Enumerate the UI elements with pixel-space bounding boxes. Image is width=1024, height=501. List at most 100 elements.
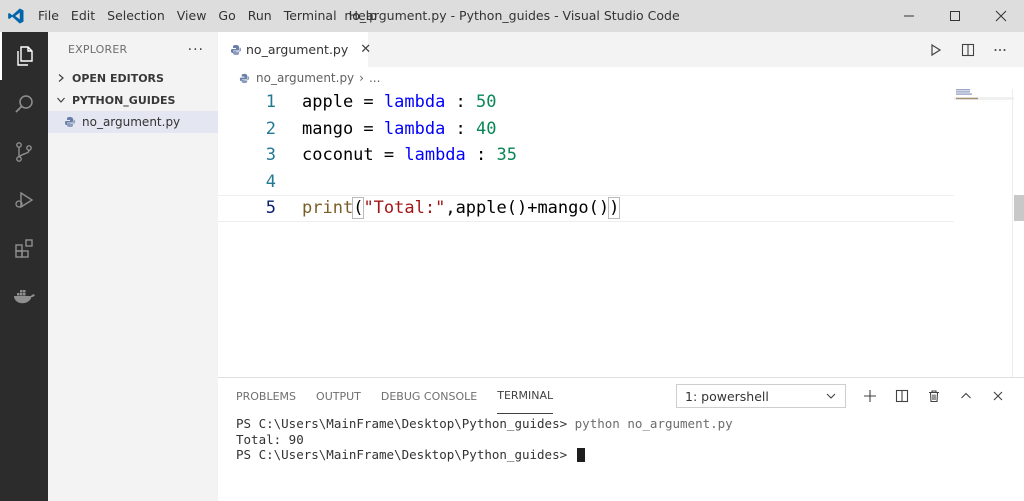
- line-source: mango = lambda : 40: [276, 119, 497, 139]
- tab-terminal[interactable]: TERMINAL: [497, 378, 554, 414]
- close-tab-icon[interactable]: ✕: [360, 42, 371, 57]
- code-token: apple =: [302, 92, 384, 113]
- breadcrumb-more[interactable]: ...: [369, 71, 380, 85]
- code-editor[interactable]: 1 apple = lambda : 50 2 mango = lambda :…: [218, 89, 1024, 222]
- terminal[interactable]: PS C:\Users\MainFrame\Desktop\Python_gui…: [218, 414, 1024, 463]
- close-icon: [995, 10, 1007, 22]
- more-actions-icon[interactable]: ···: [188, 42, 204, 58]
- terminal-output: Total: 90: [236, 431, 304, 447]
- panel-actions: [854, 378, 1014, 414]
- split-terminal-icon: [895, 389, 909, 403]
- extensions-activity[interactable]: [0, 224, 48, 272]
- maximize-button[interactable]: [932, 0, 978, 32]
- terminal-select[interactable]: 1: powershell: [676, 384, 846, 408]
- code-line: 2 mango = lambda : 40: [218, 116, 1024, 143]
- number-token: 35: [496, 145, 517, 166]
- chevron-up-icon: [961, 392, 971, 399]
- code-token: :: [465, 145, 497, 166]
- code-token: :: [445, 92, 477, 113]
- menu-run[interactable]: Run: [242, 0, 278, 32]
- docker-activity[interactable]: [0, 272, 48, 320]
- title-bar: File Edit Selection View Go Run Terminal…: [0, 0, 1024, 32]
- new-terminal-button[interactable]: [854, 378, 886, 414]
- explorer-activity[interactable]: [0, 32, 48, 80]
- open-editors-section[interactable]: OPEN EDITORS: [48, 67, 218, 89]
- code-line: 4: [218, 169, 1024, 196]
- editor-scrollbar[interactable]: [1012, 89, 1024, 377]
- activity-bar: [0, 32, 48, 501]
- close-panel-button[interactable]: [982, 378, 1014, 414]
- minimize-icon: [904, 15, 914, 17]
- minimap[interactable]: [954, 89, 1014, 149]
- menu-edit[interactable]: Edit: [65, 0, 101, 32]
- menu-selection[interactable]: Selection: [101, 0, 171, 32]
- open-editors-label: OPEN EDITORS: [72, 71, 164, 85]
- code-line: 1 apple = lambda : 50: [218, 89, 1024, 116]
- explorer-sidebar: EXPLORER ··· OPEN EDITORS PYTHON_GUIDES …: [48, 32, 218, 501]
- tab-output[interactable]: OUTPUT: [316, 378, 361, 414]
- code-token: mango =: [302, 118, 384, 139]
- more-editor-actions-button[interactable]: [984, 32, 1016, 67]
- source-control-icon: [16, 142, 32, 162]
- trash-icon: [929, 390, 939, 403]
- panel-tabs: PROBLEMS OUTPUT DEBUG CONSOLE TERMINAL 1…: [218, 378, 1024, 414]
- split-editor-button[interactable]: [952, 32, 984, 67]
- menu-view[interactable]: View: [171, 0, 213, 32]
- terminal-prompt: PS C:\Users\MainFrame\Desktop\Python_gui…: [236, 416, 575, 432]
- breadcrumb-file[interactable]: no_argument.py: [256, 71, 354, 85]
- close-icon: [993, 391, 1003, 401]
- menu-bar: File Edit Selection View Go Run Terminal…: [32, 0, 383, 32]
- keyword-token: lambda: [383, 118, 446, 139]
- python-file-icon: [230, 44, 242, 56]
- tab-debug-console[interactable]: DEBUG CONSOLE: [381, 378, 477, 414]
- play-icon: [931, 43, 942, 56]
- line-number: 3: [265, 145, 276, 166]
- tab-label: no_argument.py: [246, 42, 349, 57]
- editor-actions: [920, 32, 1016, 67]
- number-token: 40: [476, 118, 497, 139]
- keyword-token: lambda: [404, 145, 466, 166]
- terminal-command: python no_argument.py: [574, 416, 733, 432]
- bottom-panel: PROBLEMS OUTPUT DEBUG CONSOLE TERMINAL 1…: [218, 377, 1024, 501]
- source-control-activity[interactable]: [0, 128, 48, 176]
- terminal-line: PS C:\Users\MainFrame\Desktop\Python_gui…: [236, 416, 1024, 432]
- tab-no-argument[interactable]: no_argument.py ✕: [218, 32, 371, 67]
- string-token: "Total:": [363, 198, 446, 219]
- code-token: :: [445, 118, 477, 139]
- menu-go[interactable]: Go: [212, 0, 241, 32]
- split-terminal-button[interactable]: [886, 378, 918, 414]
- bracket-token: (: [352, 197, 365, 220]
- chevron-right-icon: [54, 73, 68, 83]
- line-source: apple = lambda : 50: [276, 92, 497, 112]
- more-icon: [994, 48, 1006, 51]
- line-source: coconut = lambda : 35: [276, 145, 517, 165]
- code-token: coconut =: [302, 145, 405, 166]
- search-icon: [15, 95, 33, 113]
- menu-terminal[interactable]: Terminal: [278, 0, 343, 32]
- run-debug-activity[interactable]: [0, 176, 48, 224]
- keyword-token: lambda: [383, 92, 446, 113]
- file-item-no-argument[interactable]: no_argument.py: [48, 111, 218, 133]
- menu-help[interactable]: Help: [343, 0, 384, 32]
- chevron-down-icon: [826, 393, 836, 399]
- vscode-logo-icon: [0, 0, 32, 32]
- kill-terminal-button[interactable]: [918, 378, 950, 414]
- explorer-header: EXPLORER ···: [48, 32, 218, 67]
- menu-file[interactable]: File: [32, 0, 65, 32]
- tab-problems[interactable]: PROBLEMS: [236, 378, 296, 414]
- terminal-select-value: 1: powershell: [685, 388, 769, 404]
- line-number: 2: [265, 118, 276, 139]
- split-editor-icon: [961, 43, 975, 56]
- run-debug-icon: [15, 191, 34, 209]
- line-number: 5: [265, 198, 276, 219]
- minimize-button[interactable]: [886, 0, 932, 32]
- close-window-button[interactable]: [978, 0, 1024, 32]
- window-controls: [886, 0, 1024, 32]
- chevron-down-icon: [54, 95, 68, 105]
- search-activity[interactable]: [0, 80, 48, 128]
- python-guides-section[interactable]: PYTHON_GUIDES: [48, 89, 218, 111]
- line-number: 1: [265, 92, 276, 113]
- run-file-button[interactable]: [920, 32, 952, 67]
- scrollbar-thumb[interactable]: [1014, 195, 1024, 221]
- maximize-panel-button[interactable]: [950, 378, 982, 414]
